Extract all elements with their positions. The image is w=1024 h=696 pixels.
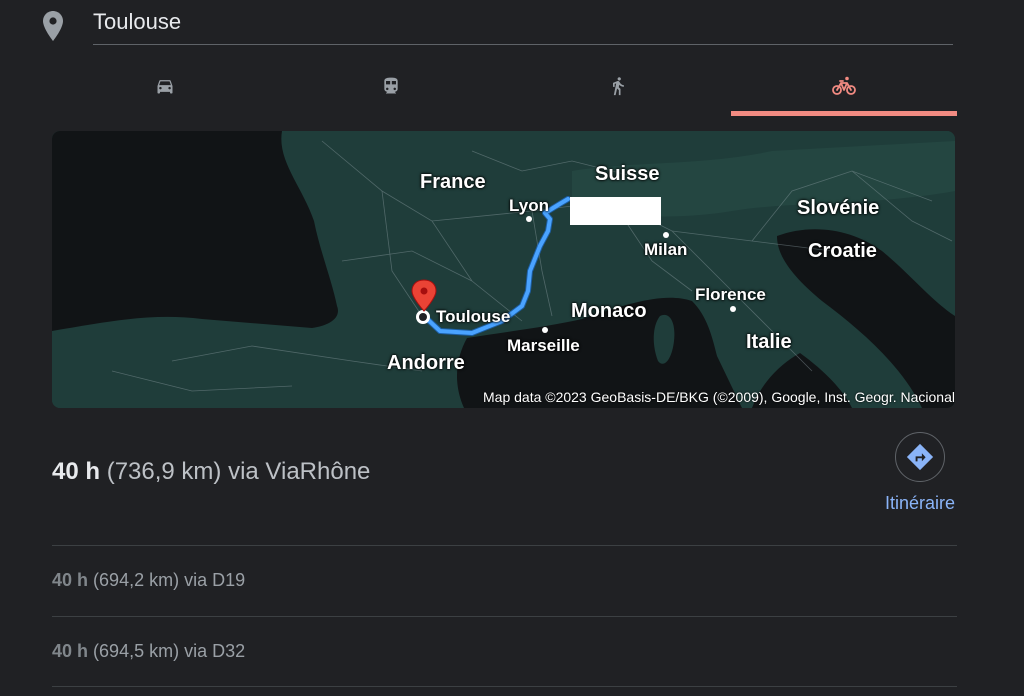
- route-map[interactable]: France Suisse Lyon Slovénie Croatie Mila…: [52, 131, 955, 408]
- tab-transit[interactable]: [278, 62, 504, 116]
- tab-walk[interactable]: [505, 62, 731, 116]
- map-label-toulouse: Toulouse: [436, 307, 511, 326]
- bicycle-icon: [831, 76, 856, 95]
- map-label-france: France: [420, 171, 486, 193]
- route-option-main[interactable]: 40 h (736,9 km) via ViaRhône: [52, 458, 370, 486]
- route-option-alt-2[interactable]: 40 h (694,5 km) via D32: [52, 641, 245, 662]
- train-icon: [384, 77, 399, 94]
- route-duration: 40 h: [52, 458, 101, 485]
- route-detail: (694,2 km) via D19: [93, 570, 246, 590]
- map-label-suisse: Suisse: [595, 163, 660, 185]
- directions-button[interactable]: Itinéraire: [870, 432, 970, 514]
- directions-label: Itinéraire: [884, 493, 956, 513]
- location-pin-icon: [43, 11, 63, 41]
- map-label-florence: Florence: [695, 285, 766, 304]
- route-duration: 40 h: [52, 641, 89, 661]
- map-label-croatie: Croatie: [808, 240, 877, 262]
- route-duration: 40 h: [52, 570, 89, 590]
- car-icon: [157, 80, 173, 94]
- map-label-lyon: Lyon: [509, 196, 549, 215]
- directions-icon: [906, 443, 934, 471]
- map-attribution: Map data ©2023 GeoBasis-DE/BKG (©2009), …: [483, 389, 955, 405]
- destination-row: [0, 0, 1024, 52]
- map-background: [52, 131, 955, 408]
- route-detail: (694,5 km) via D32: [93, 641, 246, 661]
- destination-input[interactable]: [93, 0, 953, 45]
- map-label-milan: Milan: [644, 240, 688, 259]
- map-label-marseille: Marseille: [507, 336, 580, 355]
- route-option-alt-1[interactable]: 40 h (694,2 km) via D19: [52, 570, 245, 591]
- tab-bicycle[interactable]: [730, 62, 958, 116]
- route-detail: (736,9 km) via ViaRhône: [106, 458, 371, 485]
- divider: [52, 686, 957, 687]
- travel-mode-tabs: [52, 62, 958, 116]
- map-label-slovenie: Slovénie: [797, 197, 880, 219]
- directions-circle: [895, 432, 945, 482]
- map-label-monaco: Monaco: [571, 300, 647, 322]
- redacted-label: [570, 197, 661, 225]
- map-label-andorre: Andorre: [387, 352, 465, 374]
- tab-car[interactable]: [52, 62, 278, 116]
- walk-icon: [612, 77, 624, 96]
- map-label-italie: Italie: [746, 331, 792, 353]
- divider: [52, 545, 957, 546]
- divider: [52, 616, 957, 617]
